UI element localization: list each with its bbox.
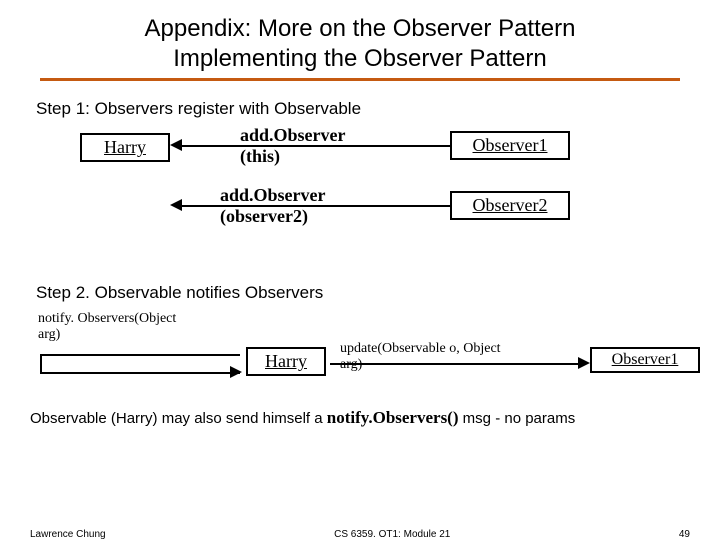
footnote-post: msg - no params: [459, 410, 576, 427]
arrow-addobserver2-head: [170, 199, 182, 211]
label-notify: notify. Observers(Object arg): [38, 311, 176, 343]
footer-author: Lawrence Chung: [30, 529, 106, 540]
footnote: Observable (Harry) may also send himself…: [30, 407, 690, 430]
box-observer1: Observer1: [450, 131, 570, 160]
step-1-heading: Step 1: Observers register with Observab…: [36, 99, 720, 119]
box2-harry: Harry: [246, 347, 326, 376]
box-harry: Harry: [80, 133, 170, 162]
label-update-l2: arg): [340, 357, 362, 372]
title-underline: [40, 78, 680, 81]
label-addobserver2-l2: (observer2): [220, 206, 308, 226]
arrow-update-head: [578, 357, 590, 369]
arrow-self-top: [40, 354, 240, 356]
label-addobserver2-l1: add.Observer: [220, 185, 326, 205]
label-addobserver-this: add.Observer (this): [240, 125, 346, 167]
label-notify-l2: arg): [38, 327, 60, 342]
arrow-self-side: [40, 354, 42, 372]
label-update: update(Observable o, Object arg): [340, 341, 501, 373]
title-line1: Appendix: More on the Observer Pattern: [145, 15, 576, 42]
box-observer2: Observer2: [450, 191, 570, 220]
arrow-self-head: [230, 366, 242, 378]
footer: Lawrence Chung CS 6359. OT1: Module 21 4…: [0, 529, 720, 540]
footnote-bold: notify.Observers(): [327, 408, 459, 427]
box2-observer1: Observer1: [590, 347, 700, 373]
label-update-l1: update(Observable o, Object: [340, 341, 501, 356]
step-2-heading: Step 2. Observable notifies Observers: [36, 283, 720, 303]
label-notify-l1: notify. Observers(Object: [38, 311, 176, 326]
label-addobserver-this-l2: (this): [240, 146, 280, 166]
diagram-step1: Harry Observer1 Observer2 add.Observer (…: [40, 125, 700, 265]
arrow-addobserver-this-head: [170, 139, 182, 151]
label-addobserver-this-l1: add.Observer: [240, 125, 346, 145]
footer-page: 49: [679, 529, 690, 540]
footnote-pre: Observable (Harry) may also send himself…: [30, 410, 327, 427]
diagram-step2: notify. Observers(Object arg) Harry upda…: [30, 309, 710, 399]
arrow-self-bottom: [40, 372, 240, 374]
title-line2: Implementing the Observer Pattern: [173, 45, 547, 72]
label-addobserver2: add.Observer (observer2): [220, 185, 326, 227]
footer-course: CS 6359. OT1: Module 21: [334, 529, 450, 540]
slide-title: Appendix: More on the Observer Pattern I…: [0, 14, 720, 74]
